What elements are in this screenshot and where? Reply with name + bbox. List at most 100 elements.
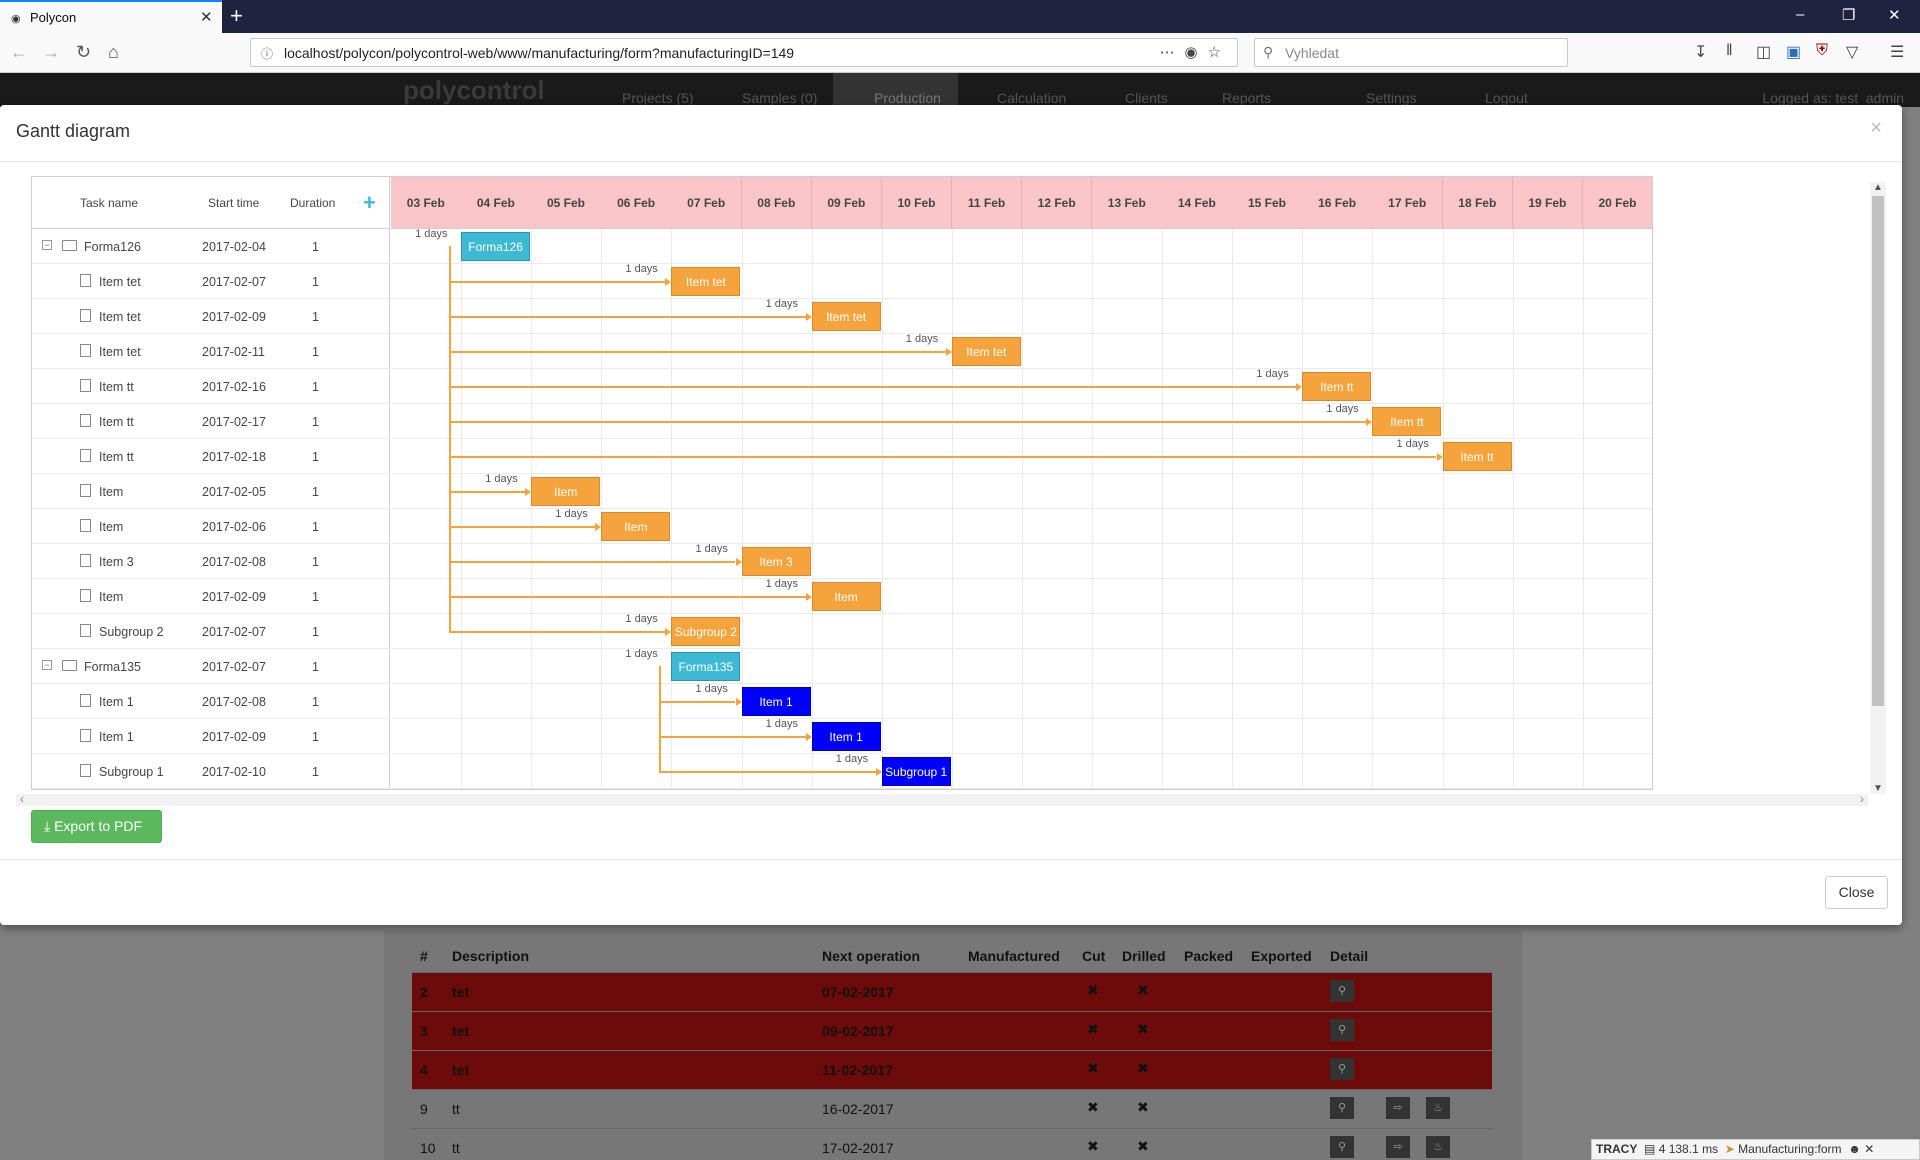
task-bar[interactable]: Subgroup 1 (881, 757, 951, 786)
menu-samples[interactable]: Samples (0) (742, 90, 817, 106)
menu-settings[interactable]: Settings (1366, 90, 1417, 106)
col-header-packed: Packed (1184, 948, 1234, 964)
scroll-left-icon[interactable]: ‹ (20, 792, 24, 806)
task-row[interactable]: Item 1 2017-02-08 1 (32, 684, 390, 719)
task-bar[interactable]: Item (531, 477, 601, 506)
scroll-up-icon[interactable]: ▲ (1873, 182, 1883, 193)
task-bar[interactable]: Subgroup 2 (671, 617, 741, 646)
cell-num: 10 (420, 1140, 436, 1156)
collapse-toggle-icon[interactable]: − (42, 660, 52, 670)
sidebar-icon[interactable]: ◫ (1756, 42, 1771, 62)
add-task-icon[interactable]: + (363, 190, 376, 216)
page-info-icon[interactable]: ⓘ (261, 45, 273, 62)
export-pdf-button[interactable]: ⤓ Export to PDF (31, 810, 162, 843)
task-bar[interactable]: Item tet (951, 337, 1021, 366)
task-bar[interactable]: Item 1 (741, 687, 811, 716)
task-bar[interactable]: Item 3 (741, 547, 811, 576)
tracy-close-icon[interactable]: ✕ (1864, 1142, 1874, 1156)
user-icon[interactable]: ☻ (1848, 1142, 1861, 1156)
modal-close-icon[interactable]: × (1870, 117, 1882, 140)
back-icon[interactable]: ← (10, 42, 28, 63)
downloads-icon[interactable]: ↧ (1694, 42, 1707, 62)
task-bar[interactable]: Item 1 (811, 722, 881, 751)
project-bar[interactable]: Forma135 (671, 652, 741, 681)
task-row[interactable]: Item 2017-02-06 1 (32, 509, 390, 544)
menu-calculation[interactable]: Calculation (997, 90, 1066, 106)
task-row[interactable]: Item tet 2017-02-07 1 (32, 264, 390, 299)
browser-tab[interactable]: ◉ Polycon ✕ (0, 0, 222, 33)
task-row[interactable]: Item tet 2017-02-11 1 (32, 334, 390, 369)
fire-icon[interactable]: ♨ (1426, 1136, 1450, 1158)
task-bar[interactable]: Item tt (1442, 442, 1512, 471)
task-bar[interactable]: Item tet (671, 267, 741, 296)
grid-vline (1372, 229, 1374, 789)
close-tab-icon[interactable]: ✕ (200, 8, 213, 26)
task-row[interactable]: Item tet 2017-02-09 1 (32, 299, 390, 334)
scroll-right-icon[interactable]: › (1860, 792, 1864, 806)
menu-reports[interactable]: Reports (1222, 90, 1271, 106)
address-bar[interactable]: ⓘ localhost/polycon/polycontrol-web/www/… (250, 38, 1238, 67)
folder-icon (62, 240, 77, 251)
task-row[interactable]: Item tt 2017-02-16 1 (32, 369, 390, 404)
menu-clients[interactable]: Clients (1125, 90, 1168, 106)
menu-icon[interactable]: ☰ (1890, 42, 1904, 62)
app-logo: polycontrol (403, 75, 545, 105)
menu-projects[interactable]: Projects (5) (622, 90, 694, 106)
task-row[interactable]: Item 2017-02-09 1 (32, 579, 390, 614)
move-icon[interactable]: ⇨ (1386, 1097, 1410, 1119)
close-button[interactable]: Close (1825, 876, 1888, 909)
task-row[interactable]: Item tt 2017-02-17 1 (32, 404, 390, 439)
extension-icon[interactable]: ▽ (1846, 42, 1858, 62)
detail-search-icon[interactable]: ⚲ (1330, 1136, 1354, 1158)
detail-search-icon[interactable]: ⚲ (1330, 1097, 1354, 1119)
screenshot-icon[interactable]: ▣ (1786, 42, 1801, 62)
task-row[interactable]: Item 2017-02-05 1 (32, 474, 390, 509)
vertical-scroll-thumb[interactable] (1872, 196, 1884, 706)
scroll-down-icon[interactable]: ▼ (1873, 783, 1883, 794)
detail-search-icon[interactable]: ⚲ (1330, 1019, 1354, 1041)
reload-icon[interactable]: ↻ (76, 42, 91, 63)
browser-nav-bar: ← → ↻ ⌂ ⓘ localhost/polycon/polycontrol-… (0, 33, 1920, 73)
move-icon[interactable]: ⇨ (1386, 1136, 1410, 1158)
page-actions-icon[interactable]: ⋯ (1159, 44, 1184, 61)
task-bar[interactable]: Item tt (1302, 372, 1372, 401)
fire-icon[interactable]: ♨ (1426, 1097, 1450, 1119)
new-tab-icon[interactable]: + (230, 3, 243, 29)
duration-label: 1 days (835, 753, 869, 765)
close-window-icon[interactable]: ✕ (1888, 6, 1901, 24)
task-bar[interactable]: Item (601, 512, 671, 541)
restore-window-icon[interactable]: ❐ (1842, 6, 1855, 24)
ublock-icon[interactable]: ⛨ (1816, 42, 1828, 60)
pocket-icon[interactable]: ◉ (1184, 44, 1207, 61)
project-bar[interactable]: Forma126 (461, 232, 531, 261)
task-duration: 1 (312, 275, 319, 289)
task-bar[interactable]: Item tt (1372, 407, 1442, 436)
menu-logout[interactable]: Logout (1485, 90, 1528, 106)
dependency-link (449, 316, 806, 318)
detail-search-icon[interactable]: ⚲ (1330, 1058, 1354, 1080)
task-row[interactable]: Item tt 2017-02-18 1 (32, 439, 390, 474)
horizontal-scrollbar[interactable]: ‹ › (16, 792, 1868, 806)
search-bar[interactable]: ⚲ Vyhledat (1254, 38, 1568, 67)
task-row[interactable]: Subgroup 2 2017-02-07 1 (32, 614, 390, 649)
task-duration: 1 (312, 625, 319, 639)
task-bar[interactable]: Item tet (811, 302, 881, 331)
scale-cell: 15 Feb (1232, 177, 1303, 229)
detail-search-icon[interactable]: ⚲ (1330, 980, 1354, 1002)
task-row[interactable]: Subgroup 1 2017-02-10 1 (32, 754, 390, 789)
library-icon[interactable]: ‖ (1726, 42, 1733, 60)
task-bar[interactable]: Item (811, 582, 881, 611)
home-icon[interactable]: ⌂ (108, 42, 119, 63)
task-row-group[interactable]: − Forma126 2017-02-04 1 (32, 229, 390, 264)
vertical-scrollbar[interactable]: ▲ ▼ (1870, 182, 1886, 794)
scale-cell: 11 Feb (951, 177, 1023, 229)
task-row[interactable]: Item 1 2017-02-09 1 (32, 719, 390, 754)
tracy-debug-bar[interactable]: TRACY ▤ 4 138.1 ms ➤ Manufacturing:form … (1591, 1139, 1920, 1160)
minimize-window-icon[interactable]: – (1796, 6, 1804, 23)
menu-production[interactable]: Production (874, 90, 941, 106)
bookmark-star-icon[interactable]: ☆ (1208, 44, 1231, 61)
task-row[interactable]: Item 3 2017-02-08 1 (32, 544, 390, 579)
forward-icon[interactable]: → (42, 42, 60, 63)
task-row-group[interactable]: − Forma135 2017-02-07 1 (32, 649, 390, 684)
collapse-toggle-icon[interactable]: − (42, 240, 52, 250)
